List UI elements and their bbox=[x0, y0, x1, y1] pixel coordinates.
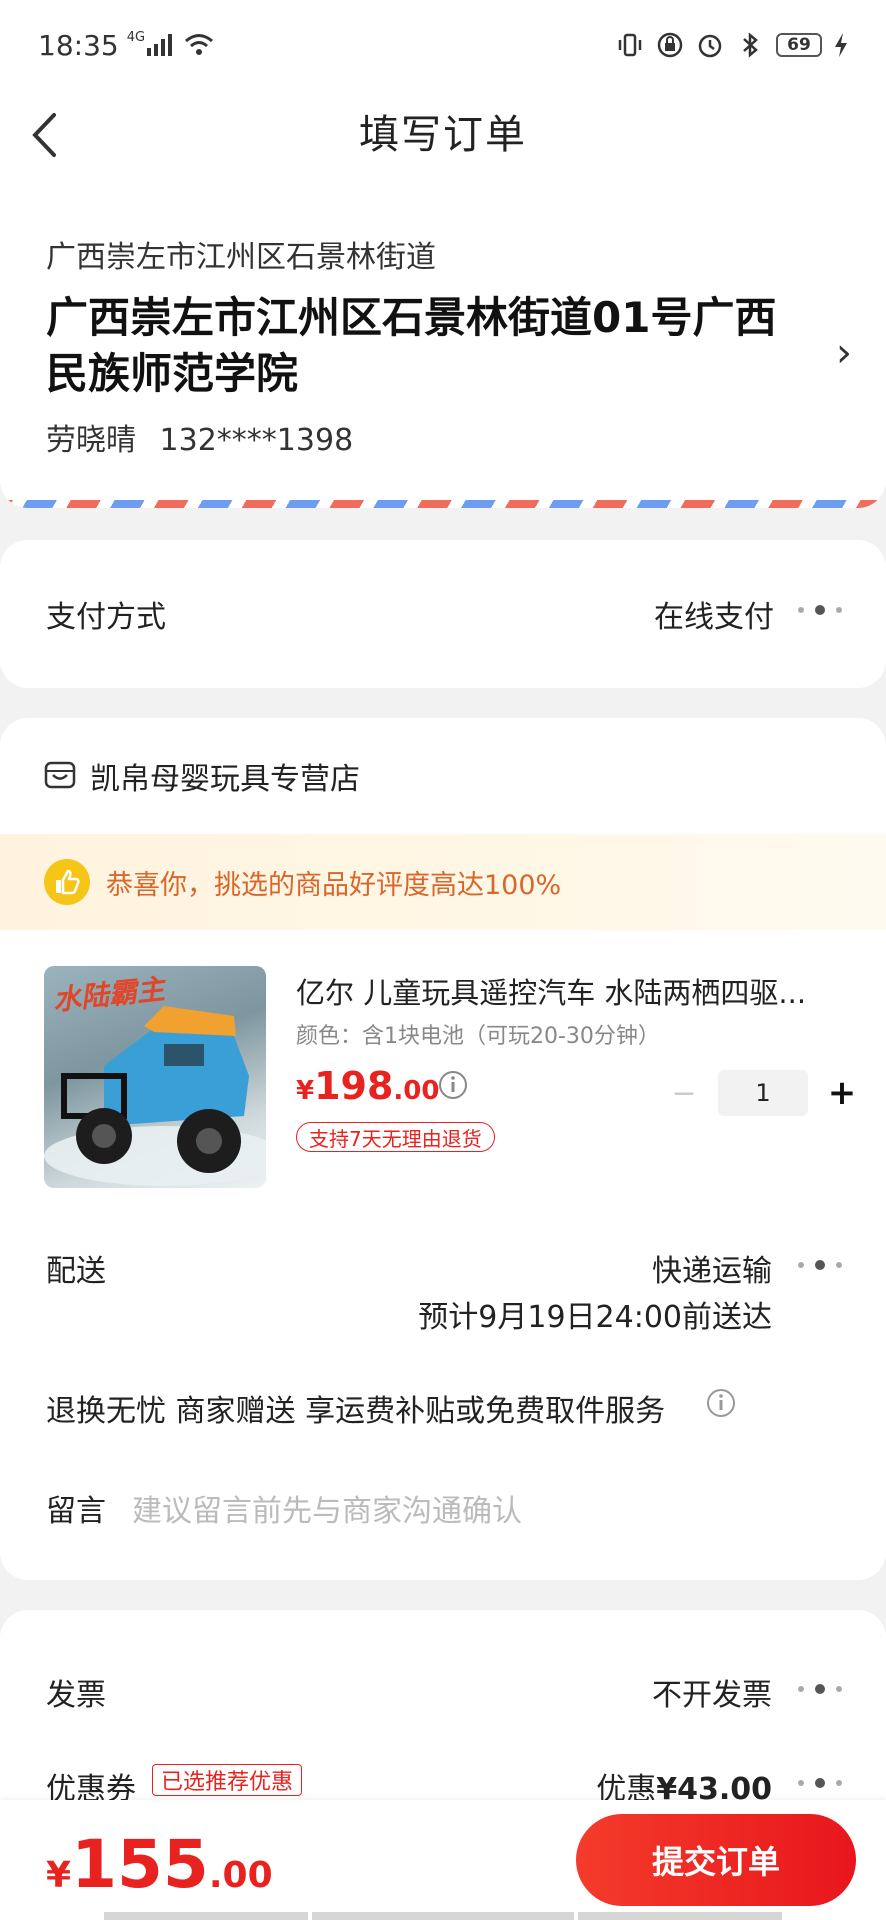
coupon-tag: 已选推荐优惠 bbox=[152, 1764, 303, 1796]
product-image-logo: 水陆霸主 bbox=[51, 972, 169, 1017]
payment-label: 支付方式 bbox=[46, 600, 166, 635]
rating-banner-text: 恭喜你，挑选的商品好评度高达100% bbox=[106, 869, 562, 901]
return-policy-badge: 支持7天无理由退货 bbox=[296, 1122, 495, 1152]
vibrate-icon bbox=[618, 33, 642, 57]
wifi-icon bbox=[185, 34, 214, 55]
charging-icon bbox=[835, 33, 847, 57]
invoice-card: 发票 不开发票 优惠券 已选推荐优惠 优惠¥43.00 bbox=[0, 1610, 886, 1830]
store-card: 凯帛母婴玩具专营店 恭喜你，挑选的商品好评度高达100% 水陆霸主 亿尔 儿童玩… bbox=[0, 718, 886, 1580]
address-region: 广西崇左市江州区石景林街道 bbox=[46, 240, 436, 275]
payment-value: 在线支付 bbox=[654, 600, 774, 635]
thumbs-up-icon bbox=[44, 859, 90, 905]
invoice-label: 发票 bbox=[46, 1678, 106, 1713]
product-image[interactable]: 水陆霸主 bbox=[44, 966, 266, 1188]
bluetooth-icon bbox=[743, 32, 758, 58]
recipient-phone: 132****1398 bbox=[159, 423, 354, 458]
alarm-icon bbox=[698, 34, 722, 58]
address-card[interactable]: 广西崇左市江州区石景林街道 广西崇左市江州区石景林街道01号广西民族师范学院 劳… bbox=[0, 210, 886, 508]
more-dots-icon[interactable] bbox=[798, 1260, 842, 1270]
service-text: 退换无忧 商家赠送 享运费补贴或免费取件服务 bbox=[46, 1394, 666, 1429]
address-contact: 劳晓晴 132****1398 bbox=[46, 415, 353, 459]
decrease-button[interactable]: − bbox=[664, 1076, 704, 1111]
chevron-right-icon: › bbox=[836, 330, 852, 376]
total-price: ¥155.00 bbox=[46, 1826, 273, 1903]
checkout-bar: ¥155.00 提交订单 bbox=[0, 1800, 886, 1920]
page-title: 填写订单 bbox=[359, 112, 527, 158]
quantity-input[interactable]: 1 bbox=[718, 1070, 808, 1116]
rotation-lock-icon bbox=[657, 32, 683, 58]
more-dots-icon[interactable] bbox=[798, 1684, 842, 1694]
address-detail: 广西崇左市江州区石景林街道01号广西民族师范学院 bbox=[46, 293, 777, 398]
store-header[interactable]: 凯帛母婴玩具专营店 bbox=[44, 754, 360, 798]
status-bar: 18:35 4G 69 bbox=[0, 0, 886, 90]
store-icon bbox=[44, 761, 76, 789]
airmail-border bbox=[0, 500, 886, 508]
invoice-value[interactable]: 不开发票 bbox=[652, 1670, 772, 1714]
product-spec: 颜色：含1块电池（可玩20-30分钟） bbox=[296, 1024, 660, 1049]
battery-indicator: 69 bbox=[776, 33, 822, 57]
quantity-stepper: − 1 + bbox=[664, 1070, 862, 1116]
cell-signal-icon bbox=[147, 34, 173, 56]
info-icon[interactable] bbox=[706, 1388, 736, 1418]
recipient-name: 劳晓晴 bbox=[46, 423, 136, 458]
submit-order-button[interactable]: 提交订单 bbox=[576, 1814, 856, 1906]
message-label: 留言 bbox=[46, 1494, 106, 1529]
info-icon[interactable] bbox=[438, 1070, 468, 1100]
payment-card[interactable]: 支付方式 在线支付 bbox=[0, 540, 886, 688]
product-title[interactable]: 亿尔 儿童玩具遥控汽车 水陆两栖四驱... bbox=[296, 970, 846, 1012]
network-type: 4G bbox=[126, 29, 146, 45]
store-name: 凯帛母婴玩具专营店 bbox=[90, 762, 360, 797]
delivery-eta: 预计9月19日24:00前送达 bbox=[418, 1300, 772, 1335]
home-indicator bbox=[104, 1912, 784, 1920]
rating-banner: 恭喜你，挑选的商品好评度高达100% bbox=[0, 834, 886, 930]
more-dots-icon[interactable] bbox=[798, 1778, 842, 1788]
delivery-label: 配送 bbox=[46, 1254, 106, 1289]
status-time: 18:35 bbox=[38, 28, 119, 62]
delivery-method[interactable]: 快递运输 bbox=[652, 1246, 772, 1290]
more-dots-icon[interactable] bbox=[798, 605, 842, 615]
increase-button[interactable]: + bbox=[822, 1073, 862, 1113]
product-price: ¥198.00 bbox=[296, 1064, 440, 1108]
message-input[interactable]: 建议留言前先与商家沟通确认 bbox=[132, 1486, 522, 1530]
